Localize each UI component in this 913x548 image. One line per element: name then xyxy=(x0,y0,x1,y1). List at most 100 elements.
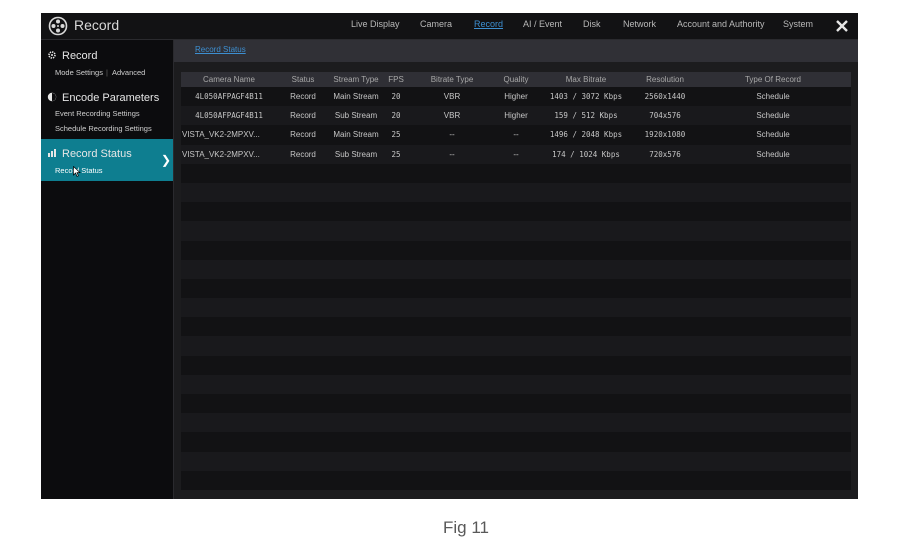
nav-live-display[interactable]: Live Display xyxy=(351,19,400,33)
cell-stream-type: Sub Stream xyxy=(329,106,383,126)
cell-type-of-record: Schedule xyxy=(695,87,851,107)
empty-row xyxy=(181,432,851,452)
empty-row xyxy=(181,298,851,318)
sidebar-sub-mode-settings[interactable]: Mode Settings xyxy=(55,68,103,77)
cell-stream-type: Main Stream xyxy=(329,87,383,107)
cell-status: Record xyxy=(277,144,329,164)
sidebar-sub-advanced[interactable]: Advanced xyxy=(112,68,145,77)
cell-fps: 20 xyxy=(383,106,409,126)
encode-icon xyxy=(47,92,57,102)
empty-row xyxy=(181,221,851,241)
column-header: Type Of Record xyxy=(695,72,851,87)
cell-quality: -- xyxy=(495,125,537,145)
sidebar-section-encode: Encode Parameters Event Recording Settin… xyxy=(41,84,173,138)
column-header: Resolution xyxy=(635,72,695,87)
empty-row xyxy=(181,374,851,394)
cell-type-of-record: Schedule xyxy=(695,106,851,126)
cell-camera-name: 4L050AFPAGF4B11 xyxy=(181,106,277,126)
cell-camera-name: VISTA_VK2-2MPXV... xyxy=(181,125,277,145)
sidebar-item-record-status[interactable]: Record Status xyxy=(47,148,132,160)
subtab-bar: Record Status xyxy=(174,40,858,62)
nav-account-authority[interactable]: Account and Authority xyxy=(677,19,765,33)
sidebar-section-record-status[interactable]: Record Status ❯ Record Status xyxy=(41,139,173,181)
column-header: Quality xyxy=(495,72,537,87)
empty-row xyxy=(181,240,851,260)
column-header: Stream Type xyxy=(329,72,383,87)
table-header-row: Camera Name Status Stream Type FPS Bitra… xyxy=(181,72,851,87)
sidebar-item-encode-parameters[interactable]: Encode Parameters xyxy=(47,92,159,104)
close-icon[interactable] xyxy=(835,19,849,33)
table-row[interactable]: 4L050AFPAGF4B11 Record Sub Stream 20 VBR… xyxy=(181,106,851,126)
cell-bitrate-type: -- xyxy=(409,125,495,145)
cell-camera-name: VISTA_VK2-2MPXV... xyxy=(181,144,277,164)
sidebar-record-status-label: Record Status xyxy=(62,148,132,160)
cell-bitrate-type: VBR xyxy=(409,87,495,107)
sidebar-record-label: Record xyxy=(62,50,98,62)
empty-row xyxy=(181,413,851,433)
empty-row xyxy=(181,470,851,490)
app-window: Record Live Display Camera Record AI / E… xyxy=(41,13,858,499)
cell-status: Record xyxy=(277,125,329,145)
empty-row xyxy=(181,278,851,299)
cell-status: Record xyxy=(277,87,329,107)
nav-ai-event[interactable]: AI / Event xyxy=(523,19,562,33)
column-header: Status xyxy=(277,72,329,87)
record-status-table: Camera Name Status Stream Type FPS Bitra… xyxy=(181,72,851,490)
nav-camera[interactable]: Camera xyxy=(420,19,452,33)
empty-row xyxy=(181,163,851,183)
empty-row xyxy=(181,317,851,337)
cell-max-bitrate: 1496 / 2048 Kbps xyxy=(537,125,635,145)
cell-max-bitrate: 159 / 512 Kbps xyxy=(537,106,635,126)
empty-row xyxy=(181,182,851,203)
table-row[interactable]: VISTA_VK2-2MPXV... Record Main Stream 25… xyxy=(181,125,851,145)
nav-record[interactable]: Record xyxy=(474,19,503,33)
nav-network[interactable]: Network xyxy=(623,19,656,33)
top-bar: Record Live Display Camera Record AI / E… xyxy=(41,13,858,40)
column-header: Bitrate Type xyxy=(409,72,495,87)
empty-row xyxy=(181,336,851,356)
gear-icon xyxy=(48,51,56,59)
cell-stream-type: Sub Stream xyxy=(329,144,383,164)
sidebar-section-record: Record Mode Settings | Advanced xyxy=(41,40,173,84)
cell-resolution: 720x576 xyxy=(635,144,695,164)
cell-camera-name: 4L050AFPAGF4B11 xyxy=(181,87,277,107)
cell-max-bitrate: 1403 / 3072 Kbps xyxy=(537,87,635,107)
cell-type-of-record: Schedule xyxy=(695,125,851,145)
cell-bitrate-type: VBR xyxy=(409,106,495,126)
sidebar-sub-schedule-recording[interactable]: Schedule Recording Settings xyxy=(55,124,152,133)
cell-quality: Higher xyxy=(495,106,537,126)
cell-resolution: 2560x1440 xyxy=(635,87,695,107)
cell-quality: Higher xyxy=(495,87,537,107)
cell-status: Record xyxy=(277,106,329,126)
nav-disk[interactable]: Disk xyxy=(583,19,601,33)
app-title: Record xyxy=(74,17,120,33)
film-reel-icon xyxy=(48,16,68,36)
column-header: Max Bitrate xyxy=(537,72,635,87)
figure-caption: Fig 11 xyxy=(443,518,489,537)
sidebar: Record Mode Settings | Advanced Encode P… xyxy=(41,40,174,499)
main-content: Record Status Camera Name Status Stream … xyxy=(174,40,858,499)
empty-row xyxy=(181,202,851,222)
empty-row xyxy=(181,355,851,375)
column-header: FPS xyxy=(383,72,409,87)
cell-fps: 25 xyxy=(383,144,409,164)
cell-fps: 20 xyxy=(383,87,409,107)
record-status-icon xyxy=(48,149,56,157)
empty-row xyxy=(181,451,851,471)
tab-record-status[interactable]: Record Status xyxy=(195,45,246,54)
cell-bitrate-type: -- xyxy=(409,144,495,164)
cell-type-of-record: Schedule xyxy=(695,144,851,164)
cell-max-bitrate: 174 / 1024 Kbps xyxy=(537,144,635,164)
column-header: Camera Name xyxy=(181,72,277,87)
table-row[interactable]: 4L050AFPAGF4B11 Record Main Stream 20 VB… xyxy=(181,87,851,107)
mouse-cursor-icon xyxy=(73,166,81,177)
cell-stream-type: Main Stream xyxy=(329,125,383,145)
sidebar-item-record[interactable]: Record xyxy=(47,50,97,62)
nav-system[interactable]: System xyxy=(783,19,813,33)
cell-fps: 25 xyxy=(383,125,409,145)
sidebar-sub-event-recording[interactable]: Event Recording Settings xyxy=(55,109,140,118)
cell-resolution: 1920x1080 xyxy=(635,125,695,145)
table-row[interactable]: VISTA_VK2-2MPXV... Record Sub Stream 25 … xyxy=(181,144,851,164)
cell-resolution: 704x576 xyxy=(635,106,695,126)
empty-row xyxy=(181,259,851,279)
